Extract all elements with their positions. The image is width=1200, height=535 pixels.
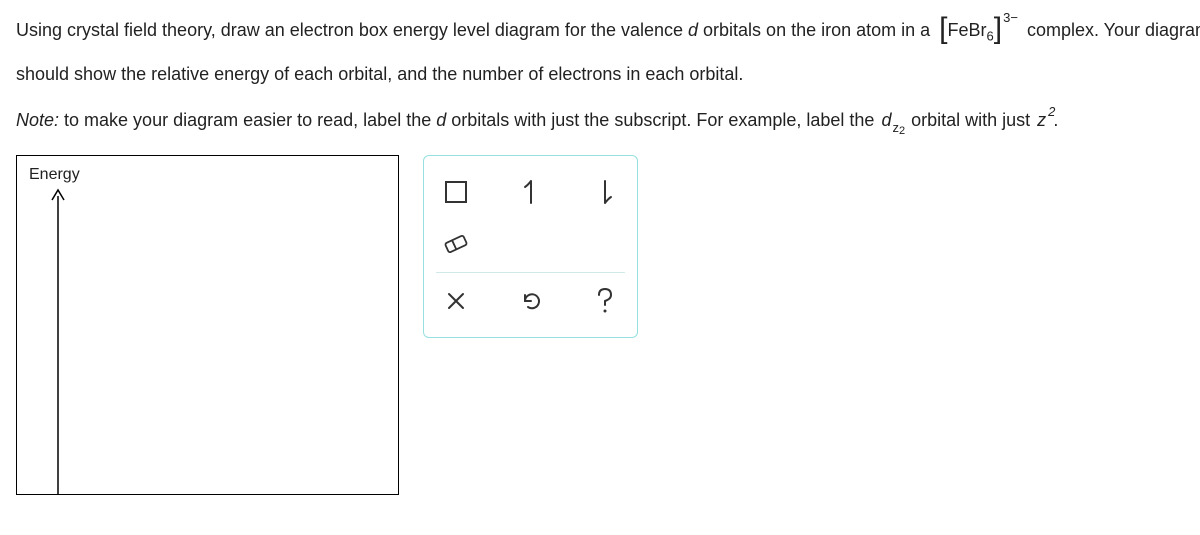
complex-formula: [FeBr6]3− <box>939 4 1018 58</box>
z2-symbol: z2 <box>1037 104 1053 136</box>
eraser-icon <box>442 233 470 255</box>
undo-icon <box>519 289 543 313</box>
d-letter: d <box>436 110 446 130</box>
energy-diagram-canvas[interactable]: Energy <box>16 155 399 495</box>
clear-button[interactable] <box>436 281 476 321</box>
spacer <box>585 224 625 264</box>
d-letter: d <box>688 20 698 40</box>
text: should show the relative energy of each … <box>16 64 743 84</box>
tool-panel <box>423 155 638 338</box>
arrow-down-icon <box>594 177 616 207</box>
text: orbitals with just the subscript. For ex… <box>446 110 879 130</box>
note-line: Note: to make your diagram easier to rea… <box>16 104 1184 136</box>
arrow-up-icon <box>520 177 542 207</box>
spin-up-tool-button[interactable] <box>511 172 551 212</box>
right-bracket: ] <box>994 12 1002 45</box>
help-icon <box>595 287 615 315</box>
question-line-2: should show the relative energy of each … <box>16 58 1184 90</box>
help-button[interactable] <box>585 281 625 321</box>
text: orbitals on the iron atom in a <box>698 20 935 40</box>
spin-down-tool-button[interactable] <box>585 172 625 212</box>
question-line-1: Using crystal field theory, draw an elec… <box>16 4 1184 58</box>
d-letter: d <box>881 110 891 130</box>
eraser-tool-button[interactable] <box>436 224 476 264</box>
text: complex. Your diagram <box>1022 20 1200 40</box>
clear-icon <box>446 291 466 311</box>
left-bracket: [ <box>939 12 947 45</box>
text: orbital with just <box>906 110 1035 130</box>
text: to make your diagram easier to read, lab… <box>59 110 436 130</box>
box-icon <box>445 181 467 203</box>
box-tool-button[interactable] <box>436 172 476 212</box>
formula-charge: 3− <box>1003 10 1018 25</box>
z-sub: z2 <box>892 120 905 135</box>
undo-button[interactable] <box>511 281 551 321</box>
dz2-symbol: dz2 <box>881 104 904 136</box>
panel-divider <box>436 272 625 273</box>
spacer <box>511 224 551 264</box>
note-label: Note: <box>16 110 59 130</box>
energy-axis-label: Energy <box>29 166 80 184</box>
formula-text: FeBr <box>948 20 987 40</box>
formula-sub: 6 <box>987 28 994 43</box>
text: Using crystal field theory, draw an elec… <box>16 20 688 40</box>
energy-axis-arrow <box>51 186 65 496</box>
